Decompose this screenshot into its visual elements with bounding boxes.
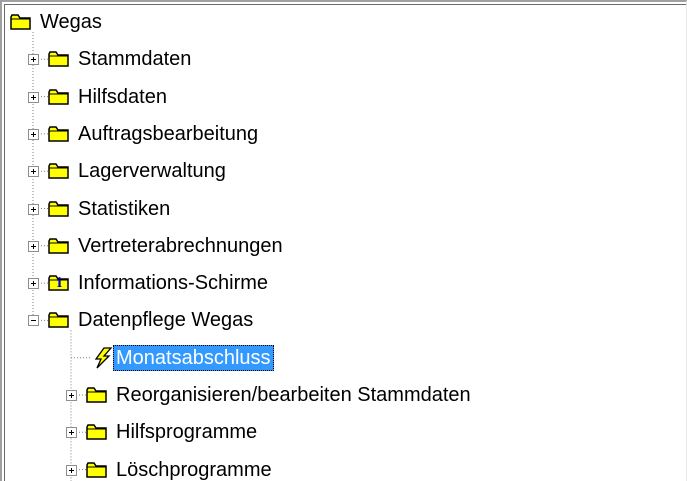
info-folder-icon: i <box>48 274 70 292</box>
lightning-icon <box>92 347 114 369</box>
tree-node-reorganisieren[interactable]: Reorganisieren/bearbeiten Stammdaten <box>2 378 682 412</box>
tree-node-statistiken[interactable]: Statistiken <box>2 192 682 226</box>
folder-icon <box>48 88 70 106</box>
tree-node-label: Stammdaten <box>78 48 192 71</box>
tree-node-hilfsprogramme[interactable]: Hilfsprogramme <box>2 415 682 449</box>
expand-button[interactable] <box>28 128 39 140</box>
expand-button[interactable] <box>28 166 39 178</box>
tree-node-lagerverwaltung[interactable]: Lagerverwaltung <box>2 154 682 188</box>
expand-button[interactable] <box>66 464 77 476</box>
expand-button[interactable] <box>28 54 39 66</box>
tree-node-label: Hilfsprogramme <box>116 421 258 444</box>
tree-node-label: Löschprogramme <box>116 458 272 481</box>
folder-icon <box>86 461 108 479</box>
folder-icon <box>48 125 70 143</box>
tree-node-loeschprogramme[interactable]: Löschprogramme <box>2 453 682 481</box>
tree-node-label: Vertreterabrechnungen <box>78 234 283 257</box>
expand-button[interactable] <box>28 91 39 103</box>
open-folder-icon <box>48 311 70 329</box>
expand-button[interactable] <box>28 203 39 215</box>
folder-icon <box>86 386 108 404</box>
tree-node-monatsabschluss[interactable]: Monatsabschluss <box>2 341 682 375</box>
tree-node-vertreterabrechnungen[interactable]: Vertreterabrechnungen <box>2 229 682 263</box>
tree-view[interactable]: Wegas Stammdaten Hilfsdaten Auftragsbear… <box>0 0 687 481</box>
tree-node-root[interactable]: Wegas <box>2 5 682 39</box>
tree-node-label: Informations-Schirme <box>78 272 269 295</box>
tree-node-label: Statistiken <box>78 197 171 220</box>
expand-button[interactable] <box>66 427 77 439</box>
tree-node-label: Reorganisieren/bearbeiten Stammdaten <box>116 384 471 406</box>
folder-icon <box>48 50 70 68</box>
tree-node-label-selected: Monatsabschluss <box>113 344 274 371</box>
expand-button[interactable] <box>28 278 39 290</box>
tree-node-label: Wegas <box>40 11 102 33</box>
tree-node-label: Auftragsbearbeitung <box>78 122 259 145</box>
folder-icon <box>10 13 32 31</box>
tree-node-informations-schirme[interactable]: i Informations-Schirme <box>2 266 682 300</box>
expand-button[interactable] <box>66 390 77 401</box>
expand-button[interactable] <box>28 240 39 252</box>
tree-node-label: Datenpflege Wegas <box>78 309 254 332</box>
tree-node-hilfsdaten[interactable]: Hilfsdaten <box>2 80 682 114</box>
tree-node-auftragsbearbeitung[interactable]: Auftragsbearbeitung <box>2 117 682 151</box>
tree-node-label: Hilfsdaten <box>78 85 167 108</box>
svg-text:i: i <box>57 276 62 291</box>
tree-node-label: Lagerverwaltung <box>78 160 226 183</box>
tree-node-stammdaten[interactable]: Stammdaten <box>2 42 682 76</box>
folder-icon <box>86 423 108 441</box>
folder-icon <box>48 162 70 180</box>
tree-node-datenpflege-wegas[interactable]: Datenpflege Wegas <box>2 303 682 337</box>
folder-icon <box>48 200 70 218</box>
folder-icon <box>48 237 70 255</box>
collapse-button[interactable] <box>28 315 39 327</box>
